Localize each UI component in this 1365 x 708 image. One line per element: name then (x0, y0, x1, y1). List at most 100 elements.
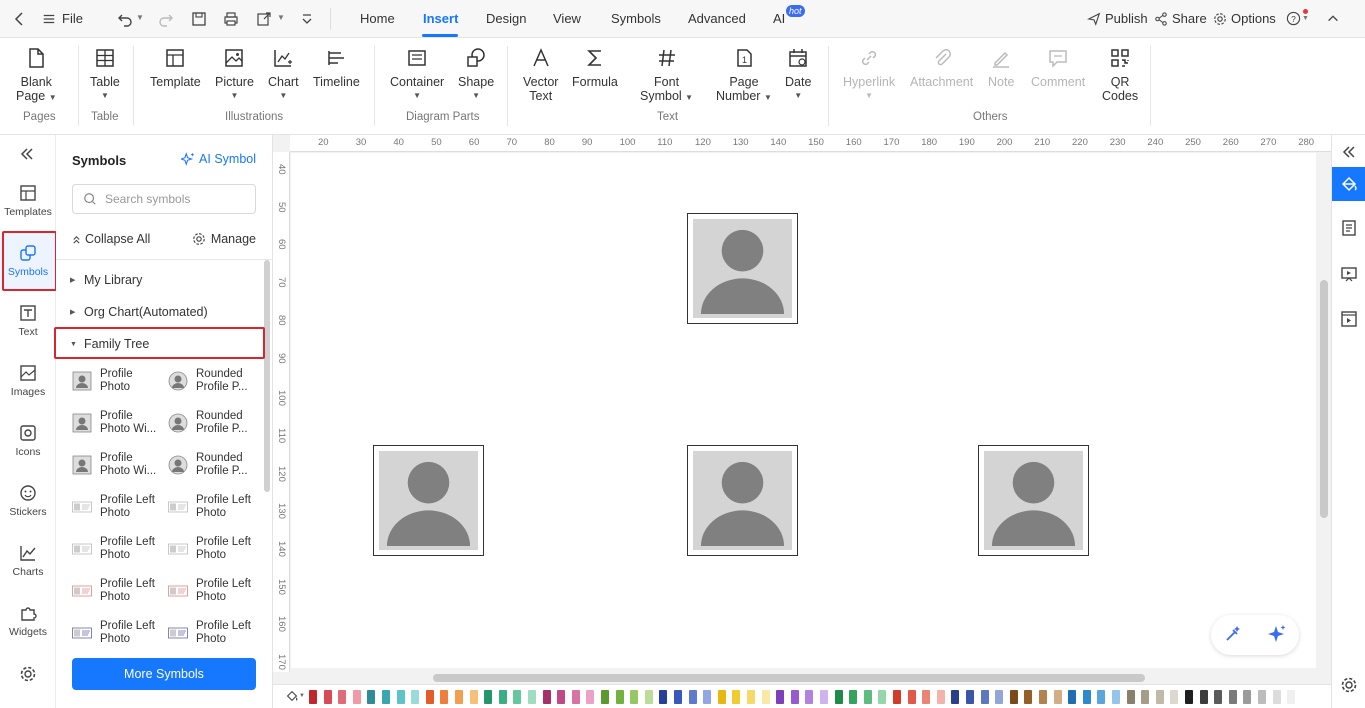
color-swatch[interactable] (995, 690, 1004, 704)
symbol-item[interactable]: Profile Left Photo (168, 615, 260, 651)
page-number-button[interactable]: 1 Page Number ▼ (716, 46, 772, 105)
blank-page-button[interactable]: Blank Page ▼ (16, 46, 57, 105)
help-icon[interactable]: ? (1286, 11, 1301, 29)
tab-advanced[interactable]: Advanced (688, 11, 746, 26)
color-swatch[interactable] (630, 690, 639, 704)
save-icon[interactable] (187, 7, 211, 31)
collapse-ribbon-icon[interactable] (1326, 11, 1340, 28)
right-settings-icon[interactable] (1332, 668, 1365, 702)
undo-dropdown-icon[interactable]: ▼ (136, 13, 144, 22)
ai-sparkle-icon[interactable] (1267, 624, 1287, 647)
print-icon[interactable] (219, 7, 243, 31)
color-swatch[interactable] (1126, 690, 1135, 704)
export-icon[interactable] (252, 7, 276, 31)
redo-icon[interactable] (154, 7, 178, 31)
ai-brush-icon[interactable] (1223, 624, 1243, 647)
color-swatch[interactable] (936, 690, 945, 704)
profile-photo-shape[interactable] (978, 445, 1089, 556)
color-swatch[interactable] (674, 690, 682, 704)
color-swatch[interactable] (1009, 690, 1018, 704)
color-swatch[interactable] (338, 690, 347, 704)
template-button[interactable]: Template (150, 46, 201, 89)
drawing-page[interactable] (291, 153, 1316, 668)
font-symbol-button[interactable]: Font Symbol ▼ (640, 46, 693, 105)
color-swatch[interactable] (790, 690, 799, 704)
color-swatch[interactable] (513, 690, 522, 704)
canvas-horizontal-scrollbar[interactable] (433, 674, 1145, 682)
color-swatch[interactable] (1214, 690, 1223, 704)
color-swatch[interactable] (1068, 690, 1077, 704)
note-button[interactable]: Note (988, 46, 1014, 89)
profile-photo-shape[interactable] (373, 445, 484, 556)
publish-button[interactable]: Publish (1087, 11, 1148, 26)
color-swatch[interactable] (717, 690, 726, 704)
symbol-item[interactable]: Profile Left Photo (168, 489, 260, 525)
color-swatch[interactable] (863, 690, 872, 704)
color-swatch[interactable] (615, 690, 624, 704)
color-swatch[interactable] (1228, 690, 1237, 704)
color-swatch[interactable] (703, 690, 712, 704)
format-paint-icon[interactable] (1332, 167, 1365, 201)
color-swatch[interactable] (1039, 690, 1047, 704)
symbol-item[interactable]: Profile Left Photo (72, 531, 164, 567)
symbol-item[interactable]: Profile Left Photo (72, 489, 164, 525)
page-properties-icon[interactable] (1332, 211, 1365, 245)
rail-item-images[interactable]: Images (0, 353, 56, 409)
fill-bucket-icon[interactable] (285, 689, 299, 706)
color-swatch[interactable] (469, 690, 478, 704)
color-swatch[interactable] (659, 690, 668, 704)
category-org-chart[interactable]: ▶ Org Chart(Automated) (70, 305, 208, 319)
color-swatch[interactable] (1170, 690, 1179, 704)
picture-button[interactable]: Picture ▼ (215, 46, 254, 103)
vector-text-button[interactable]: Vector Text (523, 46, 558, 103)
color-swatch[interactable] (980, 690, 989, 704)
rail-item-text[interactable]: Text (0, 293, 56, 349)
search-input[interactable] (105, 192, 245, 206)
color-swatch[interactable] (601, 690, 609, 704)
color-swatch[interactable] (1243, 690, 1252, 704)
expand-right-panel-icon[interactable] (1332, 135, 1365, 169)
color-swatch[interactable] (1024, 690, 1033, 704)
color-swatch[interactable] (820, 690, 828, 704)
color-swatch[interactable] (1082, 690, 1091, 704)
color-swatch[interactable] (352, 690, 361, 704)
tab-insert[interactable]: Insert (423, 11, 458, 26)
color-swatch[interactable] (367, 690, 376, 704)
tab-symbols[interactable]: Symbols (611, 11, 661, 26)
panel-scrollbar[interactable] (264, 260, 270, 492)
symbol-item[interactable]: Profile Left Photo (72, 573, 164, 609)
back-icon[interactable] (8, 7, 32, 31)
timeline-button[interactable]: Timeline (313, 46, 360, 89)
color-swatch[interactable] (528, 690, 536, 704)
color-swatch[interactable] (1097, 690, 1106, 704)
symbol-item[interactable]: Profile Left Photo (168, 573, 260, 609)
color-swatch[interactable] (776, 690, 785, 704)
color-swatch[interactable] (425, 690, 434, 704)
color-swatch[interactable] (805, 690, 814, 704)
canvas-area[interactable]: 20 30 40 50 60 70 80 90 100 110 120 130 140 150 160 170… (273, 135, 1331, 708)
tab-view[interactable]: View (553, 11, 581, 26)
collapse-all-button[interactable]: Collapse All (72, 232, 150, 246)
color-swatch[interactable] (498, 690, 507, 704)
slideshow-icon[interactable] (1332, 302, 1365, 336)
share-button[interactable]: Share (1154, 11, 1207, 26)
color-swatch[interactable] (1112, 690, 1120, 704)
symbol-item[interactable]: Profile Photo (72, 363, 164, 399)
container-button[interactable]: Container ▼ (390, 46, 444, 103)
undo-icon[interactable] (113, 7, 137, 31)
color-swatch[interactable] (411, 690, 420, 704)
symbol-item[interactable]: Profile Photo Wi... (72, 447, 164, 483)
symbol-item[interactable]: Profile Left Photo (168, 531, 260, 567)
file-menu[interactable]: File (42, 11, 83, 26)
color-swatch[interactable] (747, 690, 755, 704)
tab-design[interactable]: Design (486, 11, 526, 26)
chart-button[interactable]: Chart ▼ (268, 46, 299, 103)
color-swatch[interactable] (688, 690, 697, 704)
color-swatch[interactable] (396, 690, 405, 704)
formula-button[interactable]: Formula (572, 46, 618, 89)
color-swatch[interactable] (732, 690, 741, 704)
color-swatch[interactable] (586, 690, 595, 704)
color-swatch[interactable] (893, 690, 901, 704)
tab-home[interactable]: Home (360, 11, 395, 26)
rail-item-stickers[interactable]: Stickers (0, 473, 56, 529)
